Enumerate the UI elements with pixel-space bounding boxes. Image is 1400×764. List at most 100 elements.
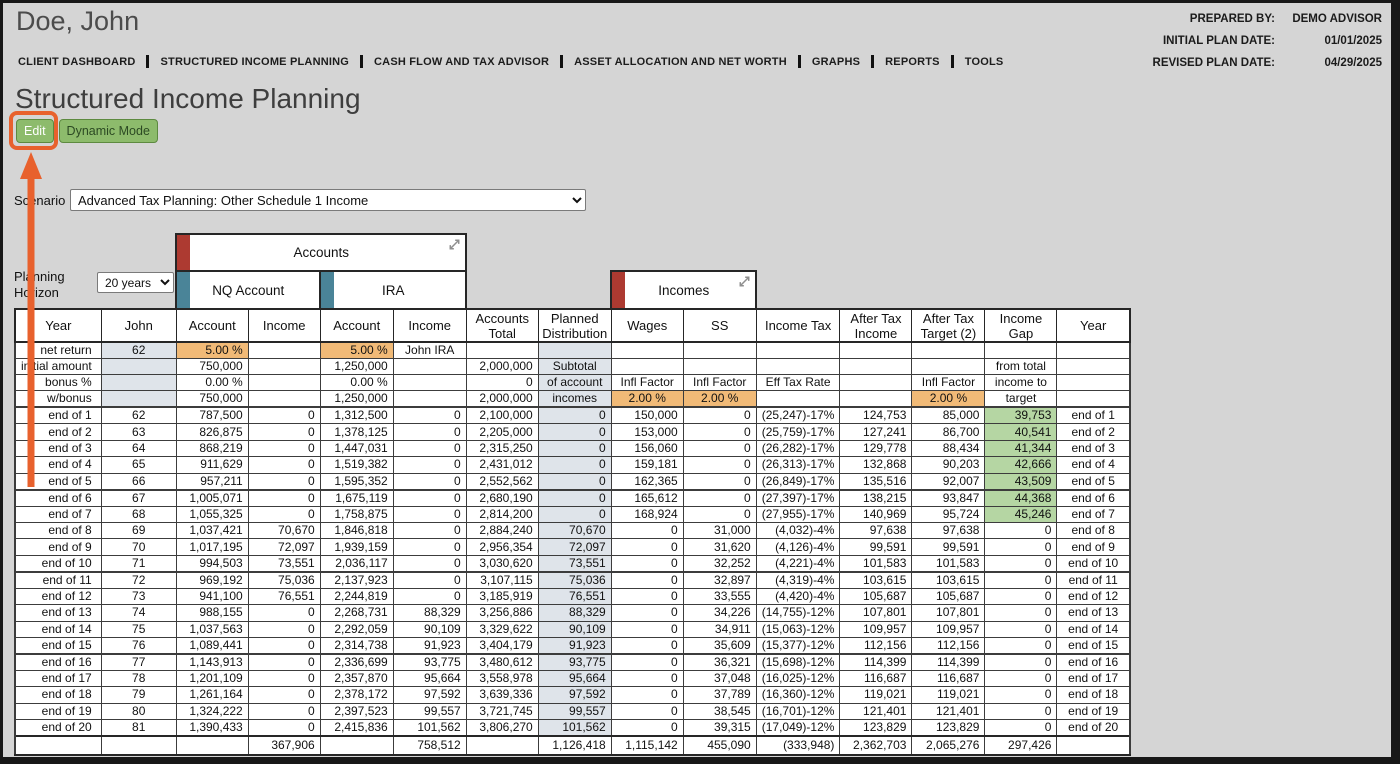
table-cell: 0 <box>610 620 684 638</box>
table-cell: 95,664 <box>537 669 612 688</box>
table-spacer <box>756 271 1130 309</box>
subgroup-header-row: NQ Account IRA Incomes <box>15 270 1130 310</box>
table-cell: end of 8 <box>13 521 102 540</box>
table-cell: 91,923 <box>392 636 467 655</box>
table-cell: 78 <box>100 669 177 688</box>
table-cell: 116,687 <box>911 669 986 688</box>
table-cell: 124,753 <box>839 406 913 425</box>
totals-cell: 455,090 <box>682 735 757 757</box>
nav-cash-flow-and-tax-advisor[interactable]: CASH FLOW AND TAX ADVISOR <box>374 56 549 68</box>
planning-horizon-select[interactable]: 20 years <box>97 272 174 293</box>
column-header: Planned Distribution <box>537 308 612 343</box>
nav-asset-allocation-and-net-worth[interactable]: ASSET ALLOCATION AND NET WORTH <box>574 56 787 68</box>
table-cell <box>100 357 177 376</box>
nav-separator <box>797 55 801 68</box>
nq-account-header: NQ Account <box>175 270 322 310</box>
table-cell: (17,049)-12% <box>755 719 841 737</box>
dynamic-mode-button[interactable]: Dynamic Mode <box>58 119 158 143</box>
column-header: Accounts Total <box>465 308 539 343</box>
table-cell: 0 <box>610 636 684 655</box>
table-cell: 109,957 <box>911 620 986 638</box>
table-cell: 62 <box>100 406 177 425</box>
table-cell: 116,687 <box>839 669 913 688</box>
table-cell: 2,378,172 <box>319 686 394 704</box>
ira-header: IRA <box>319 270 468 310</box>
table-cell <box>610 357 684 376</box>
table-cell: 72 <box>100 571 177 589</box>
table-cell: 39,315 <box>682 719 757 737</box>
column-header: SS <box>682 308 757 343</box>
table-cell: 2,814,200 <box>465 505 539 523</box>
table-cell: (25,759)-17% <box>755 423 841 441</box>
table-cell: 93,847 <box>911 489 986 507</box>
table-cell: 0 <box>247 439 321 458</box>
table-cell: 35,609 <box>682 636 757 655</box>
nav-tools[interactable]: TOOLS <box>965 56 1004 68</box>
table-cell: 1,519,382 <box>319 456 394 474</box>
nav-structured-income-planning[interactable]: STRUCTURED INCOME PLANNING <box>160 56 349 68</box>
table-cell <box>911 357 986 376</box>
table-cell: end of 18 <box>1056 686 1131 704</box>
totals-cell: 1,126,418 <box>537 735 612 757</box>
table-cell: 0 <box>610 653 684 671</box>
table-cell: 132,868 <box>839 456 913 474</box>
expand-icon[interactable] <box>737 274 752 289</box>
nav-client-dashboard[interactable]: CLIENT DASHBOARD <box>18 56 135 68</box>
table-cell: initial amount <box>13 357 102 376</box>
table-cell: 70,670 <box>247 521 321 540</box>
table-row: end of 12 73 941,100 76,551 2,244,819 0 3,185,… <box>13 587 1131 606</box>
table-cell: 76 <box>100 636 177 655</box>
table-cell: 0 <box>537 472 612 491</box>
table-row: end of 10 71 994,503 73,551 2,036,117 0 3,030,… <box>13 554 1131 573</box>
table-cell: 2,314,738 <box>319 636 394 655</box>
table-cell: 2,397,523 <box>319 702 394 721</box>
table-cell: 0 <box>247 456 321 474</box>
table-cell: 0 <box>984 702 1058 721</box>
table-cell: 2,680,190 <box>465 489 539 507</box>
table-cell: 0 <box>682 439 757 458</box>
table-cell: 0 <box>610 521 684 540</box>
scenario-select[interactable]: Advanced Tax Planning: Other Schedule 1 … <box>70 189 586 211</box>
table-cell: 1,312,500 <box>319 406 394 425</box>
table-cell: 112,156 <box>839 636 913 655</box>
table-cell <box>911 341 986 359</box>
table-cell: end of 6 <box>1056 489 1131 507</box>
totals-cell <box>100 735 177 757</box>
setup-row: initial amount 750,000 1,250,000 2,000,000 S… <box>13 357 1131 376</box>
table-cell: 76,551 <box>537 587 612 606</box>
table-cell: Eff Tax Rate <box>755 374 841 392</box>
table-cell: 0 <box>610 686 684 704</box>
table-cell: 3,030,620 <box>465 554 539 573</box>
table-cell: 73,551 <box>247 554 321 573</box>
nav-separator <box>560 55 564 68</box>
table-cell: (14,755)-12% <box>755 604 841 622</box>
table-cell: 2,884,240 <box>465 521 539 540</box>
nav-reports[interactable]: REPORTS <box>885 56 940 68</box>
table-cell: 42,666 <box>984 456 1058 474</box>
table-cell: 2.00 % <box>682 390 757 409</box>
table-cell: 1,846,818 <box>319 521 394 540</box>
table-cell: 101,583 <box>839 554 913 573</box>
column-header: Income Gap <box>984 308 1058 343</box>
table-cell: end of 15 <box>13 636 102 655</box>
table-cell: end of 12 <box>1056 587 1131 606</box>
table-cell: 92,007 <box>911 472 986 491</box>
table-cell: 0 <box>682 456 757 474</box>
nq-account-label: NQ Account <box>212 282 285 298</box>
expand-icon[interactable] <box>447 237 462 252</box>
table-cell: income to <box>984 374 1058 392</box>
table-cell: 2.00 % <box>911 390 986 409</box>
toolbar: Edit Dynamic Mode <box>16 119 158 143</box>
nav-graphs[interactable]: GRAPHS <box>812 56 860 68</box>
scenario-label: Scenario <box>14 193 66 208</box>
table-cell: (26,313)-17% <box>755 456 841 474</box>
table-cell: 114,399 <box>839 653 913 671</box>
table-cell: 66 <box>100 472 177 491</box>
table-cell: 101,562 <box>392 719 467 737</box>
edit-button[interactable]: Edit <box>16 119 54 143</box>
table-cell: 0 <box>247 489 321 507</box>
table-cell <box>100 374 177 392</box>
table-cell: 1,595,352 <box>319 472 394 491</box>
table-cell: 90,109 <box>537 620 612 638</box>
totals-cell <box>1056 735 1131 757</box>
